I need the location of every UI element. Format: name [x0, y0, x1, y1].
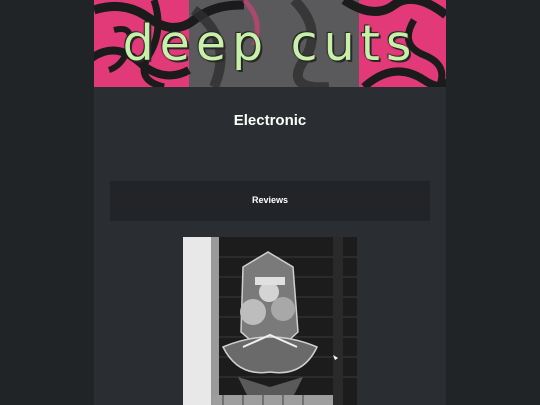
site-title[interactable]: deep cuts [94, 14, 446, 74]
page-title: Electronic [233, 112, 307, 129]
reviews-section-header[interactable]: Reviews [110, 181, 430, 221]
section-label[interactable]: Reviews [110, 195, 430, 205]
mural-photo-icon [183, 237, 357, 405]
content-column: deep cuts Electronic Reviews [94, 0, 446, 405]
featured-image[interactable] [183, 237, 357, 405]
site-header-banner[interactable]: deep cuts [94, 0, 446, 87]
